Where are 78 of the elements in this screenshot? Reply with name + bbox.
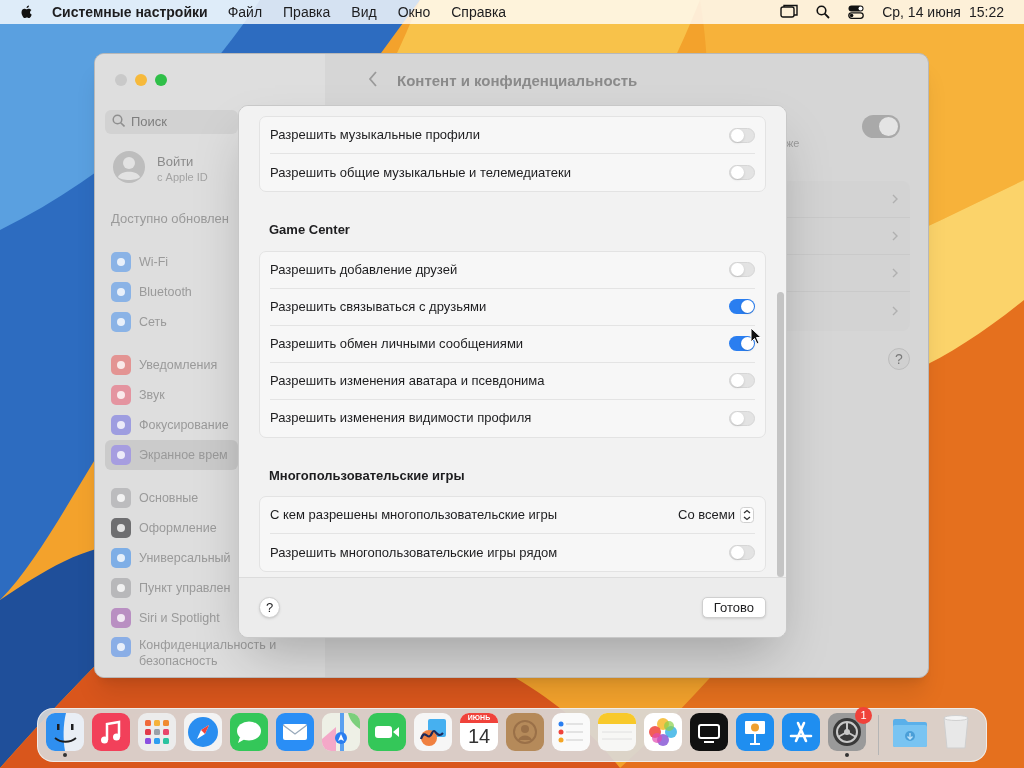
checklist-icon[interactable] bbox=[552, 713, 590, 751]
toggle-switch[interactable] bbox=[862, 115, 900, 138]
back-chevron-icon[interactable] bbox=[368, 71, 378, 87]
squiggle-icon[interactable] bbox=[414, 713, 452, 751]
toggle-switch[interactable] bbox=[729, 373, 755, 388]
section-header: Game Center bbox=[268, 221, 351, 239]
scrollbar-thumb[interactable] bbox=[777, 292, 784, 577]
menu-time[interactable]: 15:22 bbox=[968, 1, 1004, 23]
setting-label: Разрешить изменения видимости профиля bbox=[270, 409, 532, 428]
sidebar-item[interactable]: Siri и Spotlight bbox=[105, 603, 238, 633]
section-header: Многопользовательские игры bbox=[268, 466, 466, 485]
chevron-right-icon bbox=[892, 305, 898, 316]
chevron-right-icon bbox=[892, 268, 898, 278]
windows-icon[interactable] bbox=[780, 4, 799, 20]
search-icon bbox=[112, 114, 125, 127]
apple-logo-icon[interactable] bbox=[20, 4, 34, 20]
done-button[interactable]: Готово bbox=[701, 597, 766, 618]
pointer-icon bbox=[750, 327, 762, 345]
toggle-switch[interactable] bbox=[729, 262, 755, 277]
app-store-icon[interactable] bbox=[782, 713, 820, 751]
chevron-right-icon bbox=[892, 194, 898, 204]
compass-icon[interactable] bbox=[184, 713, 222, 751]
setting-label: Разрешить многопользовательские игры рядом bbox=[270, 543, 558, 562]
toggle-switch[interactable] bbox=[729, 127, 755, 143]
menu-item[interactable]: Окно bbox=[397, 1, 431, 23]
setting-label: Разрешить общие музыкальные и телемедиатеки bbox=[270, 163, 572, 182]
toggle-switch[interactable] bbox=[729, 545, 755, 560]
notification-badge: 1 bbox=[855, 707, 872, 724]
setting-label: Разрешить связываться с друзьями bbox=[270, 297, 487, 316]
toggle-switch[interactable] bbox=[729, 299, 755, 314]
sidebar-item[interactable]: Оформление bbox=[105, 513, 238, 543]
toggle-switch[interactable] bbox=[729, 410, 755, 426]
sidebar-item[interactable]: Сеть bbox=[105, 307, 238, 337]
toggle-switch[interactable] bbox=[729, 336, 755, 351]
tv-icon[interactable] bbox=[690, 713, 728, 751]
update-notice[interactable]: Доступно обновлен bbox=[111, 209, 230, 229]
search-icon[interactable] bbox=[816, 5, 831, 19]
help-button[interactable]: ? bbox=[888, 348, 910, 370]
menu-item[interactable]: Файл bbox=[227, 1, 263, 23]
calendar-day: 14 bbox=[467, 723, 491, 749]
sidebar-item[interactable]: Пункт управлен bbox=[105, 573, 238, 603]
app-grid-icon[interactable] bbox=[138, 713, 176, 751]
sidebar-item[interactable]: Уведомления bbox=[105, 350, 238, 380]
sidebar-item[interactable]: Фокусирование bbox=[105, 410, 238, 440]
gear-icon[interactable] bbox=[828, 713, 866, 757]
setting-label: Разрешить обмен личными сообщениями bbox=[270, 334, 524, 353]
sidebar-item[interactable]: Основные bbox=[105, 483, 238, 513]
popup-button[interactable]: Со всеми bbox=[674, 505, 755, 525]
toggle-switch[interactable] bbox=[729, 165, 755, 180]
person-book-icon[interactable] bbox=[506, 713, 544, 751]
smiling-face-icon[interactable] bbox=[46, 713, 84, 757]
sidebar-item[interactable]: Bluetooth bbox=[105, 277, 238, 307]
menu-item[interactable]: Справка bbox=[451, 1, 507, 23]
sidebar-item[interactable]: Универсальный bbox=[105, 543, 238, 573]
menu-item[interactable]: Правка bbox=[283, 1, 331, 23]
flower-icon[interactable] bbox=[644, 713, 682, 751]
podium-icon[interactable] bbox=[736, 713, 774, 751]
setting-label: Разрешить музыкальные профили bbox=[270, 126, 480, 145]
sidebar-item[interactable]: Конфиденциальность и безопасность bbox=[105, 637, 305, 671]
account-name[interactable]: Войти bbox=[157, 152, 194, 172]
map-icon[interactable] bbox=[322, 713, 360, 751]
menu-date[interactable]: Ср, 14 июня bbox=[882, 1, 961, 23]
speech-bubble-icon[interactable] bbox=[230, 713, 268, 751]
app-menu[interactable]: Системные настройки bbox=[52, 1, 208, 23]
setting-label: С кем разрешены многопользовательские игры bbox=[270, 506, 558, 525]
window-title: Контент и конфиденциальность bbox=[397, 71, 638, 91]
chevron-right-icon bbox=[892, 231, 898, 241]
sidebar-item[interactable]: Wi-Fi bbox=[105, 247, 238, 277]
envelope-icon[interactable] bbox=[276, 713, 314, 751]
music-note-icon[interactable] bbox=[92, 713, 130, 751]
setting-label: Разрешить добавление друзей bbox=[270, 260, 458, 279]
menu-item[interactable]: Вид bbox=[351, 1, 377, 23]
setting-label: Разрешить изменения аватара и псевдонима bbox=[270, 371, 545, 390]
help-button[interactable]: ? bbox=[259, 597, 280, 618]
video-camera-icon[interactable] bbox=[368, 713, 406, 751]
up-down-chevron-icon bbox=[740, 507, 754, 523]
sidebar-item[interactable]: Звук bbox=[105, 380, 238, 410]
control-center-icon[interactable] bbox=[848, 5, 865, 19]
